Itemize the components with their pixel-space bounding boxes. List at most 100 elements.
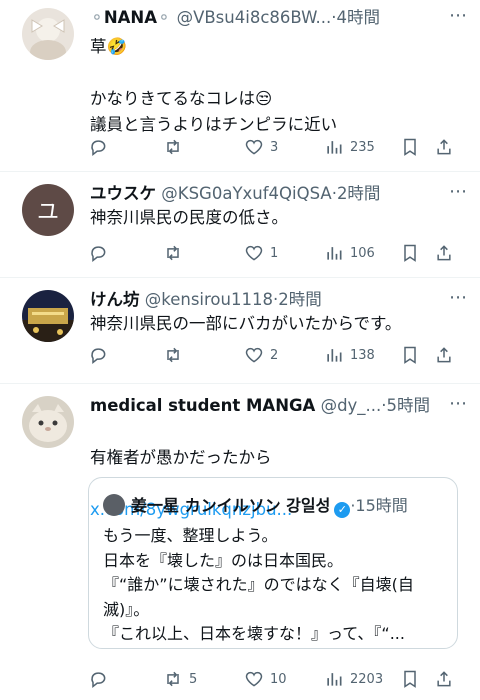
tweet-2[interactable]: ユ ユウスケ @KSG0aYxuf4QiQSA·2時間 神奈川県民の民度の低さ。…: [0, 172, 480, 278]
views-button[interactable]: 2203: [324, 666, 383, 692]
views-icon: [327, 673, 342, 686]
like-icon: [245, 139, 263, 155]
share-icon: [437, 347, 451, 363]
retweet-icon: [167, 347, 179, 363]
avatar-kenbou[interactable]: [22, 290, 74, 342]
tweet-3[interactable]: けん坊 @kensirou1118·2時間 神奈川県民の一部にバカがいたからです…: [0, 278, 480, 384]
tweet-1[interactable]: ⚬NANA⚬ @VBsu4i8c86BW...·4時間 草🤣 かなりきてるなコレ…: [0, 0, 480, 172]
display-name[interactable]: ⚬NANA⚬: [90, 8, 177, 27]
timestamp[interactable]: 4時間: [337, 8, 381, 27]
like-count: 10: [270, 671, 287, 687]
reply-icon: [91, 140, 106, 157]
name-decoration-icon: ⚬: [90, 8, 104, 27]
reply-button[interactable]: [88, 342, 108, 368]
tweet-text: 神奈川県民の一部にバカがいたからです。: [90, 314, 402, 333]
tweet-text: 神奈川県民の民度の低さ。: [90, 208, 288, 227]
retweet-button[interactable]: 5: [163, 666, 197, 692]
share-icon: [437, 245, 451, 261]
share-icon: [437, 139, 451, 155]
reply-button[interactable]: [88, 666, 108, 692]
bookmark-icon: [404, 346, 416, 364]
tweet-header: けん坊 @kensirou1118·2時間: [90, 288, 470, 312]
view-count: 235: [350, 139, 375, 155]
tweet-header: ユウスケ @KSG0aYxuf4QiQSA·2時間: [90, 182, 470, 206]
handle[interactable]: @VBsu4i8c86BW...: [177, 8, 332, 27]
quoted-tweet[interactable]: 姜一星 カンイルソン 강일성 ✓ ·15時間 もう一度、整理しよう。 日本を『壊した…: [88, 477, 458, 649]
retweet-count: 5: [189, 671, 198, 687]
bookmark-button[interactable]: [400, 342, 420, 368]
quote-avatar[interactable]: [103, 494, 125, 516]
display-name[interactable]: ユウスケ: [90, 184, 156, 203]
reply-icon: [91, 246, 106, 263]
handle[interactable]: @KSG0aYxuf4QiQSA: [161, 184, 331, 203]
bookmark-button[interactable]: [400, 134, 420, 160]
display-name[interactable]: けん坊: [90, 290, 140, 309]
share-button[interactable]: [434, 134, 454, 160]
like-count: 3: [270, 139, 279, 155]
handle[interactable]: @dy_...: [321, 396, 382, 415]
tweet-4[interactable]: medical student MANGA @dy_...·5時間 有権者が愚か…: [0, 384, 480, 700]
views-icon: [327, 247, 342, 260]
like-button[interactable]: 3: [244, 134, 278, 160]
tweet-header: ⚬NANA⚬ @VBsu4i8c86BW...·4時間: [90, 6, 470, 30]
reply-icon: [91, 672, 106, 689]
avatar-yusuke[interactable]: ユ: [22, 184, 74, 236]
handle[interactable]: @kensirou1118: [145, 290, 273, 309]
share-icon: [437, 671, 451, 687]
more-icon[interactable]: ⋯: [449, 182, 468, 202]
views-button[interactable]: 235: [324, 134, 375, 160]
quote-text: もう一度、整理しよう。 日本を『壊した』のは日本国民。 『“誰か”に壊された』の…: [103, 526, 414, 643]
like-icon: [245, 245, 263, 261]
like-icon: [245, 347, 263, 363]
retweet-icon: [167, 671, 179, 687]
quote-display-name[interactable]: 姜一星 カンイルソン 강일성: [131, 496, 330, 515]
bookmark-button[interactable]: [400, 240, 420, 266]
tweet-header: medical student MANGA @dy_...·5時間: [90, 394, 470, 418]
quote-timestamp[interactable]: 15時間: [355, 496, 407, 515]
retweet-icon: [167, 139, 179, 155]
quote-header: 姜一星 カンイルソン 강일성 ✓ ·15時間: [103, 494, 447, 518]
views-button[interactable]: 106: [324, 240, 375, 266]
like-button[interactable]: 1: [244, 240, 278, 266]
like-count: 2: [270, 347, 279, 363]
name-decoration-icon: ⚬: [157, 8, 171, 27]
timestamp[interactable]: 2時間: [337, 184, 381, 203]
timestamp[interactable]: 2時間: [278, 290, 322, 309]
avatar-medical-student-manga[interactable]: [22, 396, 74, 448]
bookmark-icon: [404, 244, 416, 262]
action-bar: 1 106: [88, 240, 462, 266]
reply-button[interactable]: [88, 240, 108, 266]
retweet-button[interactable]: [163, 134, 183, 160]
retweet-icon: [167, 245, 179, 261]
bookmark-icon: [404, 670, 416, 688]
share-button[interactable]: [434, 342, 454, 368]
view-count: 106: [350, 245, 375, 261]
action-bar: 2 138: [88, 342, 462, 368]
retweet-button[interactable]: [163, 240, 183, 266]
views-icon: [327, 141, 342, 154]
action-bar: 3 235: [88, 134, 462, 160]
views-icon: [327, 349, 342, 362]
reply-icon: [91, 348, 106, 365]
avatar-nana[interactable]: [22, 8, 74, 60]
timestamp[interactable]: 5時間: [387, 396, 431, 415]
retweet-button[interactable]: [163, 342, 183, 368]
like-count: 1: [270, 245, 279, 261]
view-count: 2203: [350, 671, 384, 687]
verified-badge-icon: ✓: [334, 502, 351, 518]
tweet-body: 有権者が愚かだったから: [90, 448, 272, 467]
like-button[interactable]: 2: [244, 342, 278, 368]
views-button[interactable]: 138: [324, 342, 375, 368]
reply-button[interactable]: [88, 134, 108, 160]
action-bar: 5 10 2203: [88, 666, 462, 692]
display-name[interactable]: medical student MANGA: [90, 396, 315, 415]
bookmark-button[interactable]: [400, 666, 420, 692]
share-button[interactable]: [434, 240, 454, 266]
more-icon[interactable]: ⋯: [449, 288, 468, 308]
tweet-text: 草🤣 かなりきてるなコレは😒 議員と言うよりはチンピラに近い: [90, 37, 338, 134]
share-button[interactable]: [434, 666, 454, 692]
more-icon[interactable]: ⋯: [449, 394, 468, 414]
like-button[interactable]: 10: [244, 666, 287, 692]
view-count: 138: [350, 347, 375, 363]
more-icon[interactable]: ⋯: [449, 6, 468, 26]
